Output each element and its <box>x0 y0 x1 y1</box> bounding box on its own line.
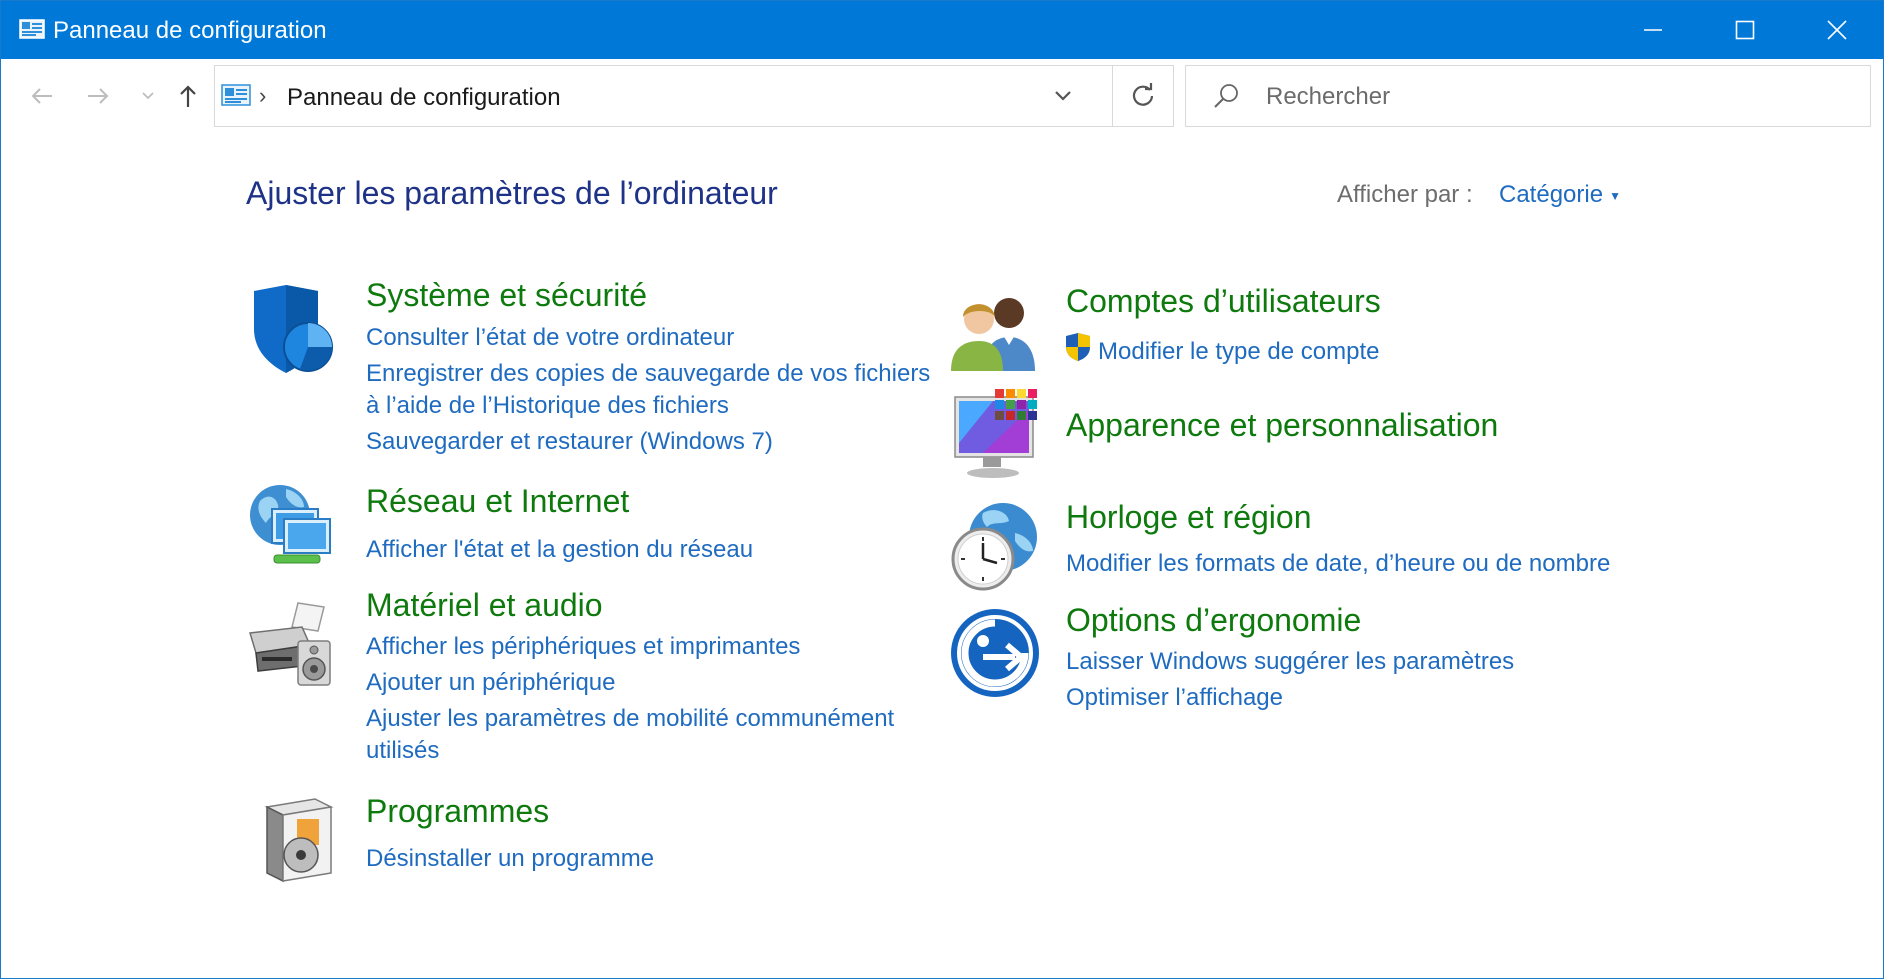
category-hardware-sound[interactable]: Matériel et audio <box>366 587 603 624</box>
link-check-computer-status[interactable]: Consulter l’état de votre ordinateur <box>366 322 734 354</box>
control-panel-app-icon <box>19 19 45 39</box>
close-icon <box>1827 20 1847 40</box>
breadcrumb[interactable]: Panneau de configuration <box>287 84 561 112</box>
refresh-button[interactable] <box>1113 66 1173 126</box>
view-by-label: Afficher par : <box>1337 181 1473 208</box>
link-network-status[interactable]: Afficher l'état et la gestion du réseau <box>366 534 753 566</box>
link-backup-restore[interactable]: Sauvegarder et restaurer (Windows 7) <box>366 426 773 458</box>
category-user-accounts[interactable]: Comptes d’utilisateurs <box>1066 283 1381 320</box>
address-history-button[interactable] <box>1043 66 1083 126</box>
shield-icon[interactable] <box>246 283 338 375</box>
category-ease-of-access[interactable]: Options d’ergonomie <box>1066 602 1361 639</box>
category-system-security[interactable]: Système et sécurité <box>366 277 647 314</box>
category-network-internet[interactable]: Réseau et Internet <box>366 483 629 520</box>
link-mobility-settings[interactable]: Ajuster les paramètres de mobilité commu… <box>366 703 894 735</box>
link-date-time-formats[interactable]: Modifier les formats de date, d’heure ou… <box>1066 548 1610 580</box>
chevron-down-icon <box>142 92 154 100</box>
link-add-device[interactable]: Ajouter un périphérique <box>366 667 616 699</box>
view-by-dropdown[interactable]: Catégorie ▼ <box>1499 181 1621 209</box>
title-bar: Panneau de configuration <box>1 1 1883 59</box>
minimize-icon <box>1644 29 1662 31</box>
link-file-history-backup-cont[interactable]: à l’aide de l’Historique des fichiers <box>366 390 729 422</box>
link-file-history-backup[interactable]: Enregistrer des copies de sauvegarde de … <box>366 358 930 390</box>
page-title: Ajuster les paramètres de l’ordinateur <box>246 175 778 211</box>
programs-box-icon[interactable] <box>253 793 345 885</box>
arrow-right-icon <box>88 88 109 104</box>
arrow-up-icon <box>180 85 196 107</box>
search-icon <box>1214 84 1238 108</box>
address-bar[interactable]: › Panneau de configuration <box>214 65 1174 127</box>
window-title: Panneau de configuration <box>53 17 327 44</box>
maximize-icon <box>1735 20 1755 40</box>
category-appearance[interactable]: Apparence et personnalisation <box>1066 407 1498 444</box>
category-clock-region[interactable]: Horloge et région <box>1066 499 1311 536</box>
refresh-icon <box>1132 83 1154 106</box>
close-button[interactable] <box>1791 1 1883 59</box>
navigation-bar: › Panneau de configuration <box>1 59 1883 131</box>
uac-shield-icon <box>1066 333 1090 361</box>
link-mobility-settings-cont[interactable]: utilisés <box>366 735 439 767</box>
chevron-down-icon <box>1055 91 1071 101</box>
link-suggest-settings[interactable]: Laisser Windows suggérer les paramètres <box>1066 646 1514 678</box>
minimize-button[interactable] <box>1607 1 1699 59</box>
forward-button[interactable] <box>81 79 115 113</box>
search-input[interactable] <box>1266 80 1846 114</box>
link-change-account-type[interactable]: Modifier le type de compte <box>1064 332 1379 368</box>
link-devices-printers[interactable]: Afficher les périphériques et imprimante… <box>366 631 800 663</box>
link-uninstall-program[interactable]: Désinstaller un programme <box>366 843 654 875</box>
link-optimize-display[interactable]: Optimiser l’affichage <box>1066 682 1283 714</box>
control-panel-icon <box>221 84 251 106</box>
category-programs[interactable]: Programmes <box>366 793 549 830</box>
printer-speaker-icon[interactable] <box>246 597 338 689</box>
clock-globe-icon[interactable] <box>949 499 1041 591</box>
caret-down-icon: ▼ <box>1609 188 1621 203</box>
breadcrumb-separator-icon[interactable]: › <box>259 83 266 109</box>
arrow-left-icon <box>31 88 52 104</box>
control-panel-window: Panneau de configuration › Panneau de co… <box>0 0 1884 979</box>
users-icon[interactable] <box>949 285 1041 377</box>
network-globe-icon[interactable] <box>246 479 338 571</box>
ease-of-access-icon[interactable] <box>949 607 1041 699</box>
view-by-value: Catégorie <box>1499 181 1604 208</box>
up-button[interactable] <box>171 79 205 113</box>
maximize-button[interactable] <box>1699 1 1791 59</box>
search-box[interactable] <box>1185 65 1871 127</box>
recent-locations-button[interactable] <box>131 79 165 113</box>
monitor-palette-icon[interactable] <box>953 389 1045 481</box>
back-button[interactable] <box>25 79 59 113</box>
change-account-type-label: Modifier le type de compte <box>1098 338 1380 365</box>
